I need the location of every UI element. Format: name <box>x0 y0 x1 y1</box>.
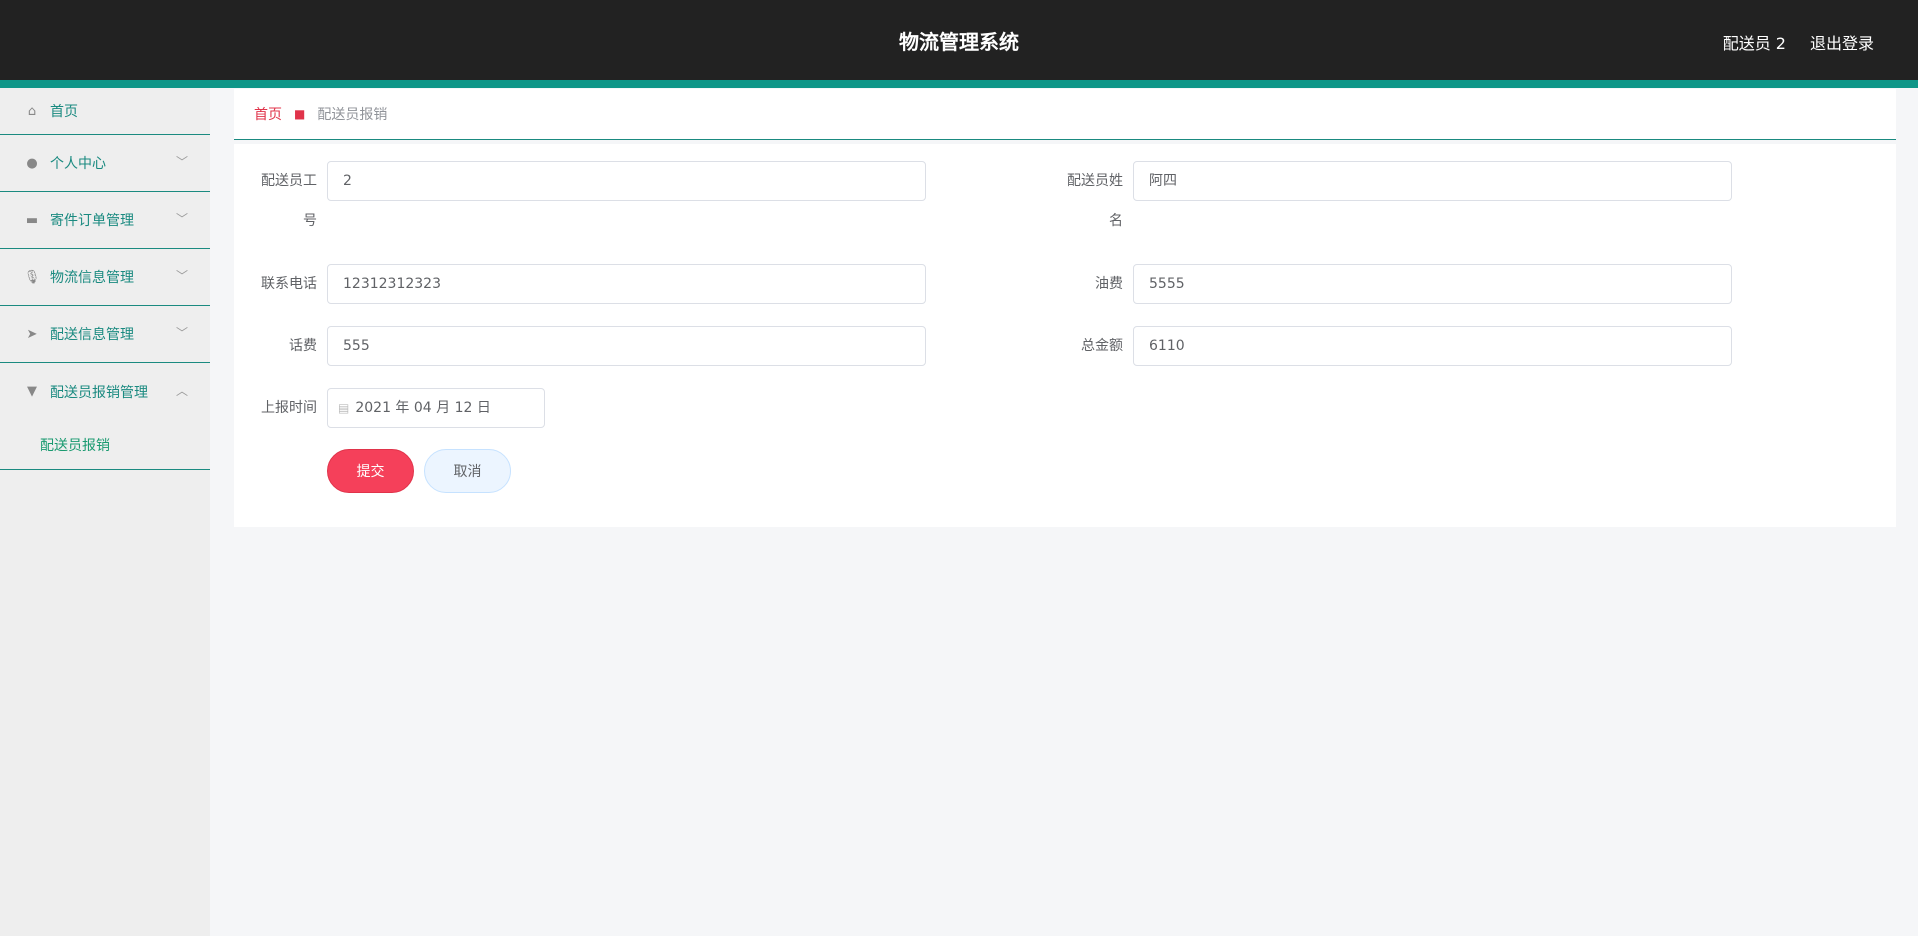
id-label-line-2: 号 <box>303 213 317 229</box>
reimbursement-form: 配送员工号 2 配送员姓名 阿四 联系电话 12312312323 油费 555… <box>234 144 1896 527</box>
sidebar-item-reimbursement[interactable]: ▼ 配送员报销管理 ︿ <box>0 363 210 420</box>
breadcrumb-separator-icon: ■ <box>294 107 306 121</box>
courier-name-input[interactable]: 阿四 <box>1133 161 1732 201</box>
sidebar-item-personal[interactable]: ● 个人中心 ﹀ <box>0 135 210 192</box>
submit-button[interactable]: 提交 <box>327 449 414 493</box>
brush-icon: ▼ <box>27 384 37 399</box>
sidebar-item-orders[interactable]: ▬ 寄件订单管理 ﹀ <box>0 192 210 249</box>
breadcrumb-home[interactable]: 首页 <box>254 104 282 124</box>
date-value: 2021 年 04 月 12 日 <box>355 400 491 416</box>
tel-fee-label: 话费 <box>289 338 317 354</box>
chevron-down-icon: ﹀ <box>175 325 188 340</box>
chevron-up-icon: ︿ <box>175 383 188 398</box>
sidebar-item-logistics[interactable]: 🎙 物流信息管理 ﹀ <box>0 249 210 306</box>
breadcrumb-current: 配送员报销 <box>317 107 388 123</box>
sidebar-item-delivery[interactable]: ➤ 配送信息管理 ﹀ <box>0 306 210 363</box>
courier-id-input[interactable]: 2 <box>327 161 926 201</box>
id-label: 配送员工号 <box>234 161 327 241</box>
microphone-icon: 🎙 <box>23 269 41 285</box>
chevron-down-icon: ﹀ <box>175 154 188 169</box>
phone-input[interactable]: 12312312323 <box>327 264 926 304</box>
fuel-label: 油费 <box>1095 276 1123 292</box>
date-label: 上报时间 <box>261 400 317 416</box>
chevron-down-icon: ﹀ <box>175 268 188 283</box>
top-header: 物流管理系统 配送员 2 退出登录 <box>0 0 1918 88</box>
phone-label: 联系电话 <box>261 276 317 292</box>
total-amount-input[interactable]: 6110 <box>1133 326 1732 366</box>
sidebar-item-home[interactable]: ⌂ 首页 <box>0 88 210 135</box>
logout-link[interactable]: 退出登录 <box>1810 30 1874 54</box>
name-label: 配送员姓名 <box>1040 161 1133 241</box>
calendar-icon: ▤ <box>338 401 350 415</box>
cancel-button[interactable]: 取消 <box>424 449 511 493</box>
user-icon: ● <box>26 155 38 171</box>
send-icon: ➤ <box>26 326 38 342</box>
breadcrumb: 首页 ■ 配送员报销 <box>234 89 1896 140</box>
name-label-line-1: 配送员姓 <box>1067 173 1123 189</box>
chat-icon: ▬ <box>25 212 39 228</box>
chevron-down-icon: ﹀ <box>175 211 188 226</box>
app-title: 物流管理系统 <box>899 30 1019 54</box>
total-label: 总金额 <box>1081 338 1123 354</box>
date-picker[interactable]: ▤ 2021 年 04 月 12 日 <box>327 388 545 428</box>
id-label-line-1: 配送员工 <box>261 173 317 189</box>
sidebar: ⌂ 首页 ● 个人中心 ﹀ ▬ 寄件订单管理 ﹀ 🎙 物流信息管理 ﹀ ➤ 配送信息管理 ﹀ ▼ 配… <box>0 88 210 936</box>
tel-fee-input[interactable]: 555 <box>327 326 926 366</box>
fuel-fee-input[interactable]: 5555 <box>1133 264 1732 304</box>
current-user: 配送员 2 <box>1722 34 1786 53</box>
name-label-line-2: 名 <box>1109 213 1123 229</box>
sidebar-subitem-reimbursement[interactable]: 配送员报销 <box>0 420 210 470</box>
home-icon: ⌂ <box>27 103 37 119</box>
